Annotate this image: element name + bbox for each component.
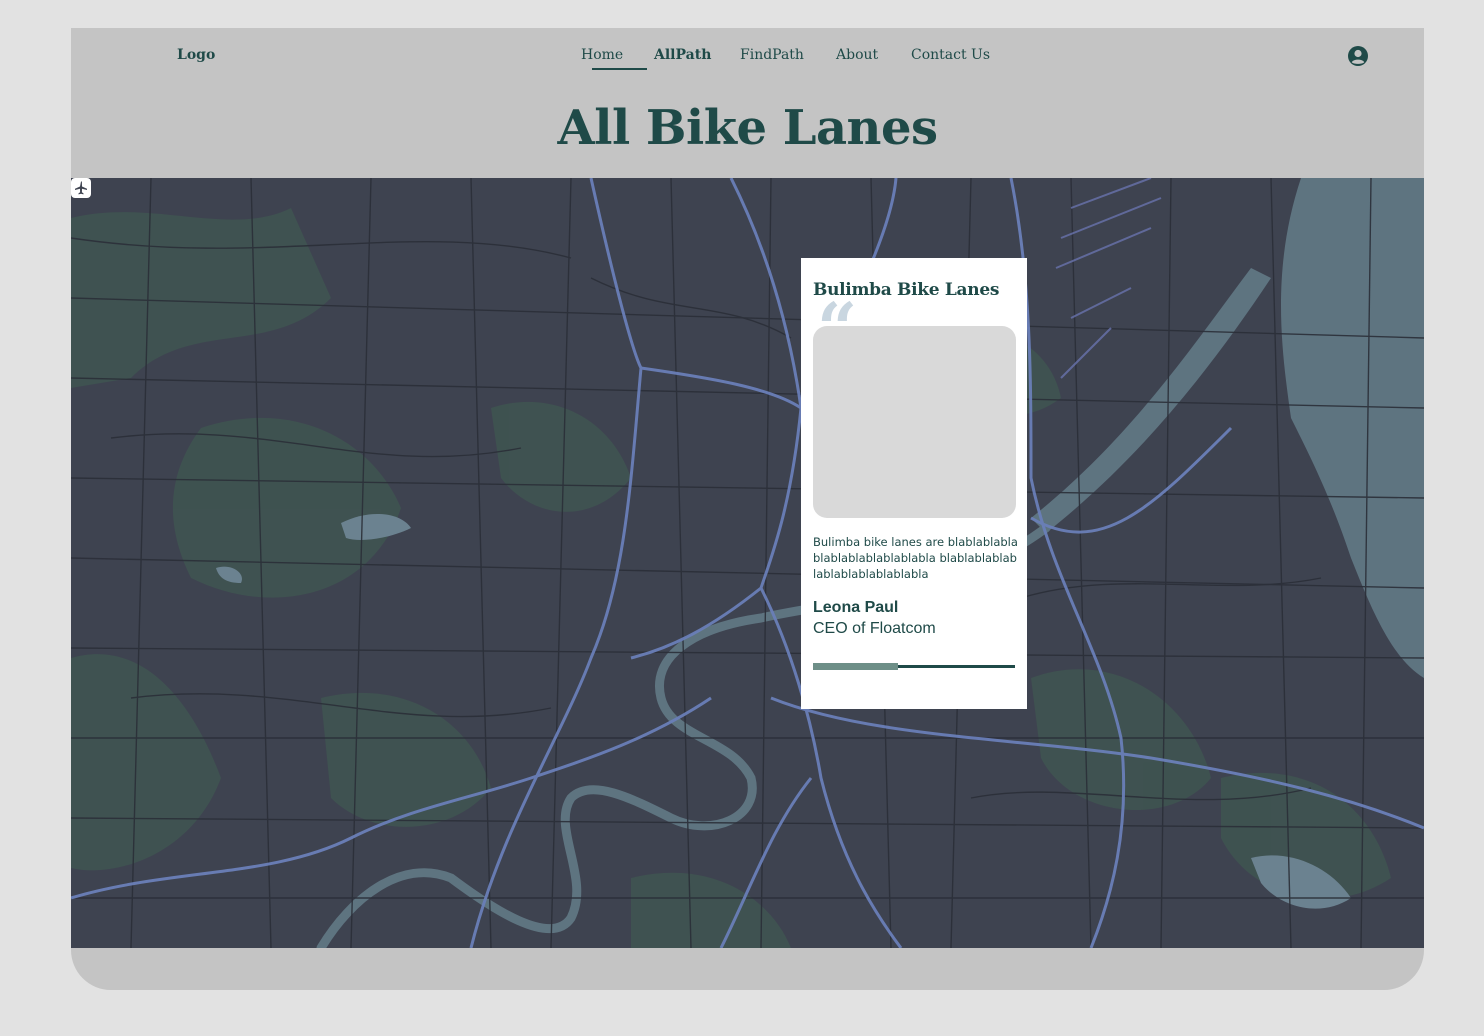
card-progress-bar[interactable] xyxy=(813,663,1015,670)
app-frame: Logo Home AllPath FindPath About Contact… xyxy=(71,28,1424,990)
user-circle-icon[interactable] xyxy=(1347,45,1369,67)
nav-link-findpath[interactable]: FindPath xyxy=(740,47,804,63)
nav-link-allpath[interactable]: AllPath xyxy=(654,47,711,63)
nav-active-underline xyxy=(592,68,647,70)
map-canvas xyxy=(71,178,1424,948)
card-description: Bulimba bike lanes are blablablablablabl… xyxy=(813,535,1018,581)
logo[interactable]: Logo xyxy=(177,47,215,63)
card-progress-fill xyxy=(813,663,898,670)
map-view[interactable]: Bulimba Bike Lanes “ Bulimba bike lanes … xyxy=(71,178,1424,948)
bike-lane-card: Bulimba Bike Lanes “ Bulimba bike lanes … xyxy=(801,258,1027,709)
airport-icon[interactable] xyxy=(71,178,91,198)
nav-link-about[interactable]: About xyxy=(836,47,878,63)
nav-link-contact[interactable]: Contact Us xyxy=(911,47,990,63)
page-title: All Bike Lanes xyxy=(557,100,938,156)
author-name: Leona Paul xyxy=(813,599,899,616)
card-image-placeholder xyxy=(813,326,1016,518)
nav-link-home[interactable]: Home xyxy=(581,47,623,63)
author-role: CEO of Floatcom xyxy=(813,620,936,637)
top-nav: Logo Home AllPath FindPath About Contact… xyxy=(71,28,1424,84)
